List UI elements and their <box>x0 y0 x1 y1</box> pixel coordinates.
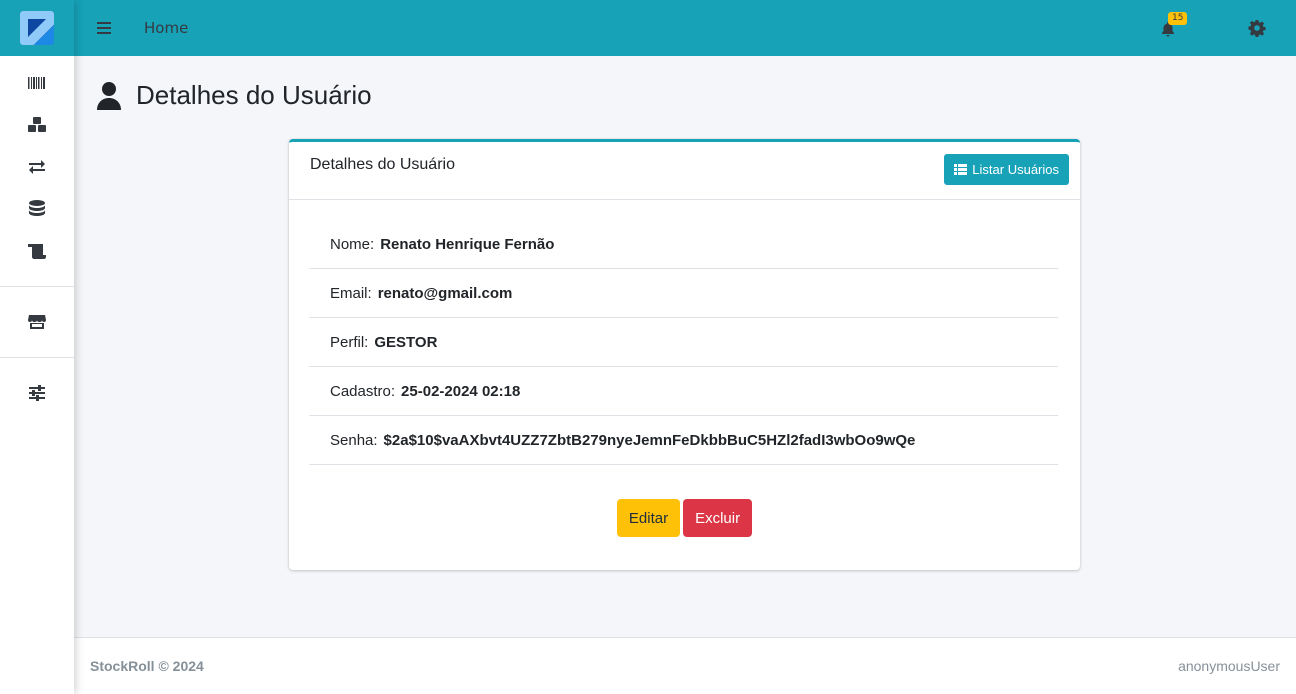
field-label: Senha: <box>330 431 378 449</box>
settings-button[interactable] <box>1248 19 1266 38</box>
sidebar-item-database[interactable] <box>0 188 74 230</box>
page-header: Detalhes do Usuário <box>96 80 372 111</box>
detail-row-name: Nome: Renato Henrique Fernão <box>309 220 1058 269</box>
field-label: Perfil: <box>330 333 369 351</box>
detail-row-email: Email: renato@gmail.com <box>309 269 1058 318</box>
database-icon <box>29 200 45 216</box>
sidebar <box>0 0 74 694</box>
user-details-card: Detalhes do Usuário Listar Usuários Nome… <box>289 139 1080 570</box>
field-label: Nome: <box>330 235 375 253</box>
field-value: 25-02-2024 02:18 <box>401 382 521 400</box>
app-logo <box>20 11 54 45</box>
barcode-icon <box>28 77 45 89</box>
detail-row-password: Senha: $2a$10$vaAXbvt4UZZ7ZbtB279nyeJemn… <box>309 416 1058 465</box>
gear-icon <box>1248 20 1266 38</box>
footer-username: anonymousUser <box>1178 658 1280 674</box>
sidebar-item-inventory[interactable] <box>0 104 74 146</box>
card-header: Detalhes do Usuário Listar Usuários <box>289 142 1080 200</box>
navbar-right: 15 <box>1160 0 1266 56</box>
footer-copyright: StockRoll © 2024 <box>90 658 204 674</box>
field-value: $2a$10$vaAXbvt4UZZ7ZbtB279nyeJemnFeDkbbB… <box>383 431 916 449</box>
footer: StockRoll © 2024 anonymousUser <box>74 637 1296 694</box>
notification-badge: 15 <box>1168 12 1188 25</box>
sliders-icon <box>29 385 45 401</box>
store-icon <box>28 315 46 329</box>
top-navbar: Home 15 <box>74 0 1296 56</box>
detail-row-profile: Perfil: GESTOR <box>309 318 1058 367</box>
scroll-icon <box>28 244 46 259</box>
detail-list: Nome: Renato Henrique Fernão Email: rena… <box>309 220 1058 465</box>
menu-toggle-button[interactable] <box>94 18 114 38</box>
exchange-icon <box>29 160 45 174</box>
nav-home-link[interactable]: Home <box>144 19 188 37</box>
card-actions: Editar Excluir <box>289 499 1080 537</box>
card-title: Detalhes do Usuário <box>310 156 455 173</box>
sidebar-divider <box>0 286 74 287</box>
sidebar-item-movements[interactable] <box>0 146 74 188</box>
brand[interactable] <box>0 0 74 56</box>
field-value: Renato Henrique Fernão <box>380 235 555 253</box>
sidebar-item-products[interactable] <box>0 62 74 104</box>
detail-row-registered: Cadastro: 25-02-2024 02:18 <box>309 367 1058 416</box>
sidebar-divider <box>0 357 74 358</box>
hamburger-icon <box>97 22 111 34</box>
delete-button[interactable]: Excluir <box>683 499 753 537</box>
field-label: Email: <box>330 284 372 302</box>
sidebar-item-reports[interactable] <box>0 230 74 272</box>
list-users-label: Listar Usuários <box>972 162 1059 177</box>
field-value: GESTOR <box>374 333 438 351</box>
sidebar-item-settings[interactable] <box>0 372 74 414</box>
boxes-icon <box>28 117 46 132</box>
list-icon <box>954 164 968 175</box>
list-users-button[interactable]: Listar Usuários <box>944 154 1069 185</box>
edit-button[interactable]: Editar <box>616 499 681 537</box>
page-title: Detalhes do Usuário <box>136 80 372 110</box>
field-label: Cadastro: <box>330 382 396 400</box>
sidebar-nav <box>0 56 74 414</box>
user-icon <box>97 81 121 110</box>
notifications-button[interactable]: 15 <box>1160 12 1188 38</box>
sidebar-item-store[interactable] <box>0 301 74 343</box>
field-value: renato@gmail.com <box>377 284 513 302</box>
